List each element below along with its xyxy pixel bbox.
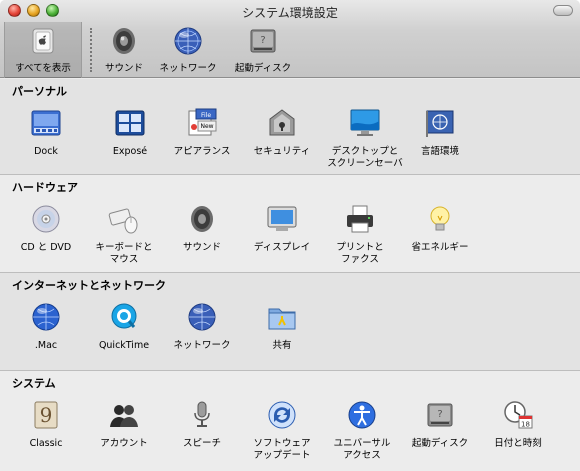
expose-icon [115, 110, 145, 136]
pref-label: .Mac [34, 340, 58, 351]
section-heading-personal: パーソナル [12, 85, 67, 98]
pref-keyboard-mouse[interactable]: キーボードと マウス [82, 203, 166, 266]
toolbar: すべてを表示 サウンド ネットワーク ? 起動ディスク [0, 22, 580, 78]
pref-label: 省エネルギー [411, 242, 469, 253]
toolbar-startup-disk-label: 起動ディスク [234, 63, 292, 74]
pref-label: Classic [29, 438, 63, 449]
svg-text:?: ? [437, 409, 442, 420]
pref-sharing[interactable]: 共有 [240, 301, 324, 352]
pref-print-fax[interactable]: プリントと ファクス [318, 203, 402, 266]
pref-label: 言語環境 [420, 146, 459, 157]
svg-text:New: New [200, 123, 213, 130]
desktop-screensaver-icon [350, 109, 380, 136]
speaker-icon [191, 206, 213, 232]
classic-icon: 9 [34, 401, 58, 429]
pref-label: セキュリティ [253, 146, 311, 157]
pref-label: プリントと ファクス [336, 242, 384, 265]
pref-startup-disk[interactable]: ? 起動ディスク [398, 399, 482, 450]
cd-dvd-icon [32, 205, 60, 233]
svg-text:?: ? [260, 35, 265, 46]
section-heading-internet: インターネットとネットワーク [12, 279, 166, 292]
preferences-window: システム環境設定 すべてを表示 サウンド ネットワーク ? 起動ディスク パーソ… [0, 0, 580, 471]
pref-energy-saver[interactable]: 省エネルギー [398, 203, 482, 254]
toolbar-sound-button[interactable]: サウンド [98, 22, 150, 78]
pref-software-update[interactable]: ソフトウェア アップデート [240, 399, 324, 462]
network-globe-icon [174, 27, 202, 55]
pref-label: スピーチ [182, 438, 221, 449]
pref-dock[interactable]: Dock [4, 107, 88, 158]
toolbar-separator [90, 28, 92, 72]
pref-appearance[interactable]: File New アピアランス [160, 107, 244, 158]
clock-calendar-icon: 18 [504, 401, 533, 429]
toolbar-network-label: ネットワーク [159, 63, 217, 74]
svg-text:18: 18 [521, 421, 530, 429]
pref-displays[interactable]: ディスプレイ [240, 203, 324, 254]
universal-access-icon [348, 401, 376, 429]
title-bar[interactable]: システム環境設定 [0, 0, 580, 22]
section-heading-hardware: ハードウェア [12, 181, 78, 194]
pref-label: ユニバーサル アクセス [333, 438, 391, 461]
pref-universal-access[interactable]: ユニバーサル アクセス [320, 399, 404, 462]
hard-disk-icon: ? [250, 29, 276, 53]
toolbar-sound-label: サウンド [104, 63, 143, 74]
pref-accounts[interactable]: アカウント [82, 399, 166, 450]
pref-label: CD と DVD [20, 242, 72, 253]
appearance-icon: File New [188, 108, 217, 136]
language-flag-icon [426, 110, 454, 137]
pref-label: サウンド [182, 242, 221, 253]
pref-label: アカウント [100, 438, 148, 449]
pref-label: ディスプレイ [253, 242, 311, 253]
section-internet-network: インターネットとネットワーク .Mac QuickTime ネットワーク 共有 [0, 273, 580, 371]
pref-label: 日付と時刻 [494, 438, 542, 449]
show-all-label: すべてを表示 [15, 63, 71, 74]
speech-microphone-icon [194, 401, 210, 427]
light-bulb-icon [430, 206, 450, 231]
software-update-icon [268, 401, 296, 429]
section-personal: パーソナル Dock Exposé File New アピアランス セキュリティ… [0, 79, 580, 175]
accounts-icon [110, 405, 138, 427]
dock-icon [31, 110, 61, 136]
pref-classic[interactable]: 9 Classic [4, 399, 88, 450]
pref-security[interactable]: セキュリティ [240, 107, 324, 158]
section-heading-system: システム [12, 377, 56, 390]
pref-network[interactable]: ネットワーク [160, 301, 244, 352]
section-hardware: ハードウェア CD と DVD キーボードと マウス サウンド ディスプレイ プ… [0, 175, 580, 273]
section-system: システム 9 Classic アカウント スピーチ ソフトウェア アップデート … [0, 371, 580, 471]
pref-dotmac[interactable]: .Mac [4, 301, 88, 352]
quicktime-icon [111, 303, 137, 329]
display-icon [267, 206, 297, 231]
svg-text:9: 9 [40, 403, 53, 427]
sharing-folder-icon [268, 308, 296, 330]
pref-sound[interactable]: サウンド [160, 203, 244, 254]
pref-quicktime[interactable]: QuickTime [82, 301, 166, 352]
show-all-button[interactable]: すべてを表示 [4, 22, 82, 78]
preferences-content: パーソナル Dock Exposé File New アピアランス セキュリティ… [0, 79, 580, 471]
window-chrome: システム環境設定 すべてを表示 サウンド ネットワーク ? 起動ディスク [0, 0, 580, 78]
toolbar-toggle-button[interactable] [553, 5, 573, 16]
svg-text:File: File [201, 112, 211, 119]
pref-label: ネットワーク [173, 340, 231, 351]
pref-label: Dock [34, 146, 58, 157]
apple-switch-icon [32, 28, 54, 54]
hard-disk-icon: ? [427, 403, 453, 427]
pref-label: QuickTime [98, 340, 150, 351]
pref-label: 起動ディスク [411, 438, 469, 449]
pref-speech[interactable]: スピーチ [160, 399, 244, 450]
pref-international[interactable]: 言語環境 [398, 107, 482, 158]
keyboard-mouse-icon [108, 208, 138, 234]
pref-label: ソフトウェア アップデート [253, 438, 311, 461]
toolbar-network-button[interactable]: ネットワーク [154, 22, 222, 78]
window-title: システム環境設定 [242, 6, 338, 20]
pref-label: キーボードと マウス [95, 242, 153, 265]
dotmac-globe-icon [32, 303, 60, 331]
security-icon [269, 109, 295, 136]
printer-icon [347, 205, 373, 233]
pref-cd-dvd[interactable]: CD と DVD [4, 203, 88, 254]
network-globe-icon [188, 303, 216, 331]
pref-label: アピアランス [173, 146, 231, 157]
pref-date-time[interactable]: 18 日付と時刻 [476, 399, 560, 450]
speaker-icon [113, 28, 135, 54]
pref-label: 共有 [272, 340, 292, 351]
toolbar-startup-disk-button[interactable]: ? 起動ディスク [228, 22, 298, 78]
